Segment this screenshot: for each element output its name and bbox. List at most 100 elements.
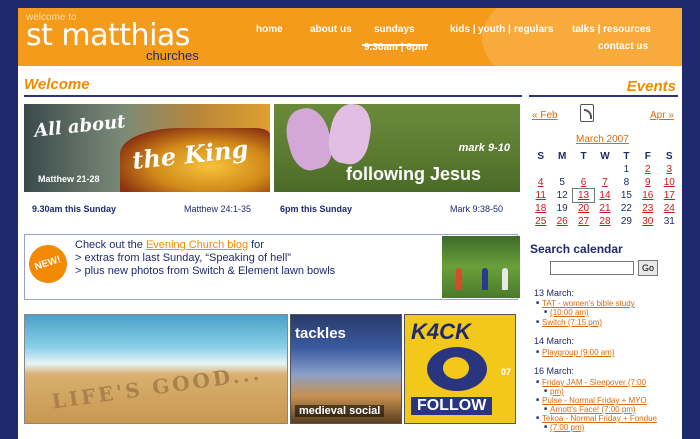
calendar-day: 19 (556, 203, 568, 214)
caption-morning-time: 9.30am this Sunday (32, 204, 117, 214)
event-link[interactable]: Switch (7:15 pm) (536, 318, 602, 327)
weekday-label: T (623, 151, 630, 162)
event-link-cont[interactable]: (10:00 am) (536, 308, 589, 317)
promo-kick[interactable]: K4CK 07 FOLLOW (404, 314, 516, 424)
event-link[interactable]: Friday JAM - Sleepover (7:00 (536, 378, 646, 387)
calendar-day: 15 (620, 190, 632, 201)
calendar-day[interactable]: 23 (637, 202, 658, 215)
calendar-day[interactable]: 21 (594, 202, 615, 215)
banner1-ref: Matthew 21-28 (38, 174, 100, 184)
banner2-ref: mark 9-10 (458, 142, 510, 154)
nav-talks-resources[interactable]: talks | resources (572, 24, 651, 35)
news-line1-pre: Check out the (75, 239, 146, 251)
calendar-day[interactable]: 24 (659, 202, 680, 215)
calendar-week: 18 19 20 21 22 23 24 (530, 202, 680, 215)
calendar-search-input[interactable] (550, 261, 634, 275)
calendar-day[interactable]: 3 (659, 163, 680, 176)
calendar-day: 5 (559, 177, 565, 188)
tackles-title: tackles (295, 325, 346, 342)
calendar-weekdays: S M T W T F S (530, 150, 680, 163)
calendar-day[interactable]: 28 (594, 215, 615, 228)
calendar-day[interactable]: 27 (573, 215, 594, 228)
calendar-day: 22 (620, 203, 632, 214)
event-date: 13 March: (534, 288, 575, 298)
news-line1: Check out the Evening Church blog for (75, 239, 335, 252)
event-link[interactable]: Playgroup (9:00 am) (536, 348, 614, 357)
calendar-day[interactable]: 30 (637, 215, 658, 228)
event-date: 16 March: (534, 366, 575, 376)
event-link[interactable]: Pulse - Normal Friday + MYO (536, 396, 647, 405)
rss-feed-icon[interactable] (580, 104, 594, 122)
calendar-day[interactable]: 14 (594, 189, 615, 202)
weekday-label: M (557, 151, 567, 162)
calendar-day[interactable]: 10 (659, 176, 680, 189)
header: welcome to st matthias churches home abo… (18, 8, 682, 66)
promo-tackles[interactable]: tackles medieval social (290, 314, 402, 424)
calendar-day[interactable]: 9 (637, 176, 658, 189)
calendar-day[interactable]: 18 (530, 202, 551, 215)
calendar-day[interactable]: 17 (659, 189, 680, 202)
weekday-label: S (665, 151, 673, 162)
calendar-day: 29 (620, 216, 632, 227)
nav-youth[interactable]: youth | (478, 24, 511, 35)
nav-home[interactable]: home (256, 24, 283, 35)
calendar-day[interactable]: 6 (573, 176, 594, 189)
calendar-day (573, 163, 594, 176)
header-glow (482, 8, 682, 66)
caption-evening-passage: Mark 9:38-50 (450, 204, 504, 214)
calendar-month-title[interactable]: March 2007 (576, 134, 629, 145)
nav-sunday-times[interactable]: 9.30am | 6pm (364, 42, 427, 53)
lawn-bowls-photo[interactable] (442, 236, 520, 298)
calendar-day[interactable]: 2 (637, 163, 658, 176)
event-link-cont[interactable]: (7:00 pm) (536, 423, 584, 432)
news-line2: > extras from last Sunday, “Speaking of … (75, 252, 291, 264)
events-divider (529, 95, 678, 97)
banner2-title: following Jesus (346, 164, 482, 184)
calendar-day: 12 (556, 190, 568, 201)
news-line1-post: for (248, 239, 264, 251)
calendar-day[interactable]: 25 (530, 215, 551, 228)
person-figure (482, 268, 488, 290)
calendar-search-go-button[interactable]: Go (638, 260, 658, 276)
calendar-day (551, 163, 572, 176)
kick-logo-inner (443, 357, 469, 379)
banner1-line1: All about (33, 111, 127, 142)
calendar-day[interactable]: 4 (530, 176, 551, 189)
event-link-cont[interactable]: pm) (536, 387, 564, 396)
calendar-day[interactable]: 16 (637, 189, 658, 202)
event-link-cont[interactable]: Arnott's Face! (7:00 pm) (536, 405, 636, 414)
kick-number: 07 (500, 367, 511, 377)
event-link[interactable]: Tekoa - Normal Friday + Fondue (536, 414, 657, 423)
welcome-divider (24, 95, 522, 97)
promo-lifes-good[interactable]: LIFE'S GOOD... (24, 314, 288, 424)
calendar-day[interactable]: 11 (530, 189, 551, 202)
caption-evening-time: 6pm this Sunday (280, 204, 353, 214)
calendar-day-today[interactable]: 13 (571, 188, 596, 203)
nav-kids[interactable]: kids | (450, 24, 476, 35)
weekday-label: S (537, 151, 545, 162)
next-month-link[interactable]: Apr » (650, 110, 674, 121)
calendar-day[interactable]: 26 (551, 215, 572, 228)
calendar-day[interactable]: 7 (594, 176, 615, 189)
nav-regulars[interactable]: regulars (514, 24, 553, 35)
evening-church-blog-link[interactable]: Evening Church blog (146, 239, 248, 251)
calendar-week: 11 12 13 14 15 16 17 (530, 188, 680, 203)
weekday-label: F (644, 151, 651, 162)
beach-text: LIFE'S GOOD... (50, 360, 264, 414)
weekday-label: T (580, 151, 587, 162)
weekday-label: W (600, 151, 610, 162)
nav-about-us[interactable]: about us (310, 24, 352, 35)
banner-all-about-the-king[interactable]: All about the King Matthew 21-28 (24, 104, 270, 192)
banner-following-jesus[interactable]: mark 9-10 following Jesus (274, 104, 520, 192)
news-line3: > plus new photos from Switch & Element … (75, 265, 336, 277)
nav-contact-us[interactable]: contact us (598, 41, 648, 52)
person-figure (456, 268, 462, 290)
event-link[interactable]: TAT - women's bible study (536, 299, 635, 308)
news-text: Check out the Evening Church blog for > … (75, 239, 335, 278)
calendar-day: 8 (623, 177, 630, 188)
kick-subtitle: FOLLOW (411, 397, 493, 415)
events-heading: Events (626, 78, 676, 95)
prev-month-link[interactable]: « Feb (532, 110, 558, 121)
nav-sundays[interactable]: sundays (374, 24, 415, 35)
calendar-day[interactable]: 20 (573, 202, 594, 215)
